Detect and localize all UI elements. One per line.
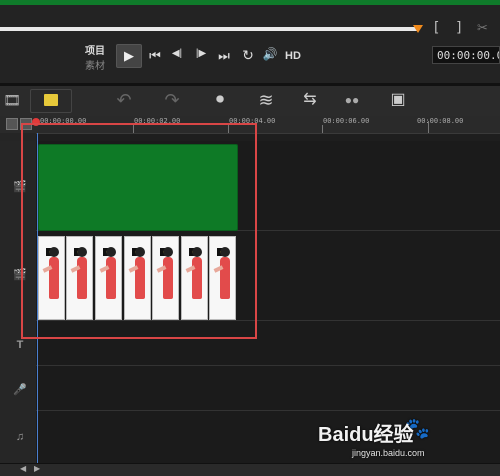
voice-track[interactable] [36, 366, 500, 411]
storyboard-view-icon[interactable]: 🎞 [0, 90, 24, 110]
ruler-label: 00:00:08.00 [417, 117, 464, 125]
title-track-icon[interactable]: T [9, 338, 31, 352]
watermark-url: jingyan.baidu.com [352, 448, 425, 458]
player-panel [0, 5, 500, 83]
go-start-icon[interactable]: ⏮ [144, 48, 166, 64]
record-capture-icon[interactable]: ⏺ [208, 90, 232, 110]
redo-icon[interactable]: ↷ [160, 90, 184, 110]
next-frame-icon[interactable]: |▶ [190, 48, 212, 59]
clip-mode-label[interactable]: 素材 [85, 57, 105, 72]
volume-icon[interactable]: 🔊 [259, 47, 281, 61]
playback-scrubber[interactable] [0, 27, 417, 31]
go-end-icon[interactable]: ⏭ [213, 48, 235, 64]
cut-icon[interactable]: ✂ [477, 20, 488, 36]
prev-frame-icon[interactable]: ◀| [166, 48, 188, 59]
timeline-view-icon [44, 94, 58, 106]
mark-in-button[interactable]: [ [432, 20, 440, 36]
music-track[interactable] [36, 411, 500, 464]
project-mode-label[interactable]: 项目 [85, 42, 105, 57]
scroll-right-icon[interactable]: ▶ [34, 464, 40, 473]
auto-music-icon[interactable]: ⇆ [298, 90, 322, 110]
audio-mixer-icon[interactable]: ≋ [254, 90, 278, 110]
ruler-tick [322, 125, 323, 133]
scrubber-handle[interactable] [413, 25, 423, 33]
repeat-icon[interactable]: ↻ [237, 47, 259, 64]
subtitle-editor-icon[interactable]: ▣ [386, 90, 410, 110]
highlight-box [21, 123, 257, 339]
scroll-left-icon[interactable]: ◀ [20, 464, 26, 473]
play-button[interactable]: ▶ [116, 44, 142, 68]
timeline-scrollbar[interactable]: ◀ ▶ [0, 463, 500, 476]
undo-icon[interactable]: ↶ [112, 90, 136, 110]
timecode-display[interactable]: 00:00:00.00 [432, 46, 500, 64]
mark-out-button[interactable]: ] [455, 20, 463, 36]
music-track-icon[interactable]: ♫ [9, 430, 31, 444]
ruler-label: 00:00:06.00 [323, 117, 370, 125]
ruler-tick [428, 121, 429, 133]
voice-track-icon[interactable]: 🎤 [9, 383, 31, 397]
timeline-toolbar [0, 86, 500, 117]
watermark-brand: Baidu经验 [318, 424, 414, 446]
hd-button[interactable]: HD [285, 50, 301, 62]
track-manager-icon[interactable] [6, 118, 18, 130]
timeline-view-button[interactable] [30, 89, 72, 113]
motion-track-icon[interactable]: ●● [340, 90, 364, 110]
